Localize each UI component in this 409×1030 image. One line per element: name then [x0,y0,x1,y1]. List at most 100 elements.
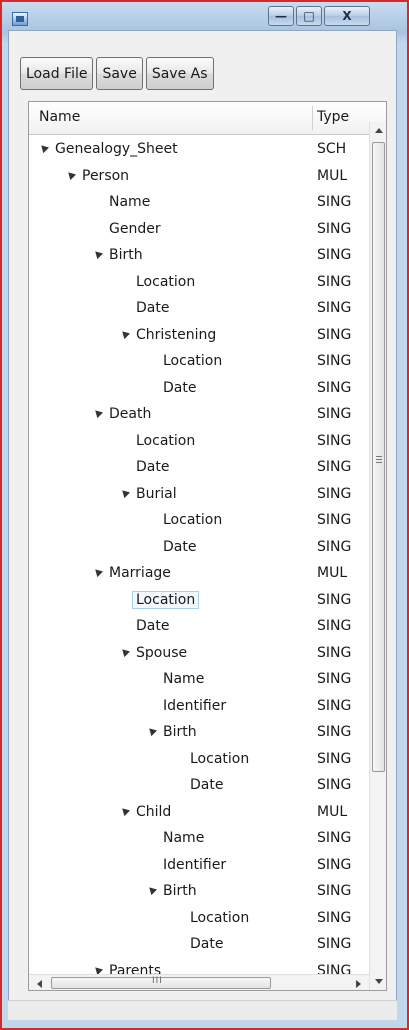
window-app-icon [12,12,28,26]
scroll-right-arrow-icon [356,979,361,988]
scroll-left-button[interactable] [31,975,48,990]
tree-row[interactable]: Name SING [29,827,369,852]
tree-row-type: SING [317,856,352,873]
tree-row-type: SING [317,724,352,740]
tree-row[interactable]: Location SING [29,589,369,614]
tree-row[interactable]: Date SING [29,536,369,561]
tree-row-name: Name [163,671,205,687]
tree-row-name: Location [163,353,223,369]
horizontal-scroll-thumb[interactable]: III [51,976,271,989]
vertical-scroll-thumb[interactable] [372,142,385,772]
tree-row[interactable]: Location SING [29,430,369,455]
minimize-button[interactable]: — [268,6,294,26]
tree-row[interactable]: Spouse SING [29,642,369,667]
expanded-triangle-icon[interactable] [146,884,158,896]
scroll-down-arrow-icon [375,979,383,984]
tree-row[interactable]: Location SING [29,748,369,773]
tree-row-name: Spouse [136,644,188,661]
tree-row[interactable]: Death SING [29,403,369,428]
tree-row-name: Death [109,406,152,422]
expanded-triangle-icon[interactable] [65,168,77,180]
tree-row-name: Location [132,590,200,609]
tree-row-type: SING [317,830,352,846]
expanded-triangle-icon[interactable] [146,725,158,737]
tree-row-type: SING [317,485,352,502]
tree-row[interactable]: Genealogy_Sheet SCH [29,138,369,163]
tree-row[interactable]: Location SING [29,509,369,534]
tree-row[interactable]: Burial SING [29,483,369,508]
expanded-triangle-icon[interactable] [38,142,50,154]
tree-table[interactable]: Name Type Genealogy_Sheet SCH Person MUL Nam… [28,101,387,991]
tree-row[interactable]: Child MUL [29,801,369,826]
tree-row[interactable]: Date SING [29,377,369,402]
tree-row-type: SCH [317,141,347,157]
thumb-grip-line [376,462,382,463]
table-header: Name Type [29,102,386,135]
tree-row-type: MUL [317,803,348,820]
tree-row[interactable]: Date SING [29,615,369,640]
save-button[interactable]: Save [96,57,143,90]
tree-row-type: SING [317,353,352,369]
tree-row-type: SING [317,883,352,899]
toolbar: Load File Save Save As [20,57,214,90]
tree-row[interactable]: Gender SING [29,218,369,243]
tree-row[interactable]: Marriage MUL [29,562,369,587]
tree-row[interactable]: Christening SING [29,324,369,349]
column-header-name[interactable]: Name [39,109,80,125]
expanded-triangle-icon[interactable] [92,566,104,578]
tree-row[interactable]: Birth SING [29,880,369,905]
tree-row-name: Identifier [163,856,227,873]
scroll-down-button[interactable] [370,973,386,990]
tree-row-name: Person [82,167,130,184]
tree-row[interactable]: Identifier SING [29,854,369,879]
tree-row-type: SING [317,750,352,767]
expanded-triangle-icon[interactable] [119,645,131,657]
thumb-grip-line [376,459,382,460]
tree-row[interactable]: Person MUL [29,165,369,190]
column-header-type[interactable]: Type [317,109,349,125]
scroll-left-arrow-icon [37,979,42,988]
tree-row-type: SING [317,697,352,714]
tree-row[interactable]: Name SING [29,668,369,693]
tree-row-name: Burial [136,485,177,502]
tree-row-type: SING [317,644,352,661]
tree-row[interactable]: Birth SING [29,721,369,746]
tree-row[interactable]: Date SING [29,297,369,322]
tree-row-name: Marriage [109,565,171,581]
expanded-triangle-icon[interactable] [119,486,131,498]
tree-row[interactable]: Location SING [29,271,369,296]
tree-row-type: SING [317,300,352,316]
tree-row-name: Birth [163,724,197,740]
maximize-button[interactable]: □ [296,6,322,26]
tree-row-type: SING [317,194,352,210]
tree-row-type: SING [317,220,352,237]
tree-row[interactable]: Name SING [29,191,369,216]
scroll-right-button[interactable] [350,975,367,990]
tree-row[interactable]: Location SING [29,907,369,932]
scroll-up-button[interactable] [370,122,386,139]
save-as-button[interactable]: Save As [145,57,214,90]
tree-row[interactable]: Identifier SING [29,695,369,720]
tree-row[interactable]: Date SING [29,933,369,958]
tree-row[interactable]: Birth SING [29,244,369,269]
expanded-triangle-icon[interactable] [119,327,131,339]
tree-row-name: Birth [109,247,143,263]
tree-row[interactable]: Date SING [29,456,369,481]
expanded-triangle-icon[interactable] [92,963,104,975]
expanded-triangle-icon[interactable] [92,248,104,260]
tree-row-name: Date [136,618,170,634]
load-file-button[interactable]: Load File [20,57,94,90]
expanded-triangle-icon[interactable] [92,407,104,419]
horizontal-scrollbar[interactable]: III [29,974,369,990]
tree-row-name: Location [136,273,196,290]
vertical-scrollbar[interactable] [369,122,386,990]
tree-row-name: Location [163,512,223,528]
tree-row-name: Child [136,803,172,820]
tree-row-type: SING [317,909,352,926]
tree-row[interactable]: Location SING [29,350,369,375]
expanded-triangle-icon[interactable] [119,804,131,816]
column-divider[interactable] [312,106,313,130]
scroll-up-arrow-icon [375,128,383,133]
close-button[interactable]: X [324,6,370,26]
tree-row[interactable]: Date SING [29,774,369,799]
